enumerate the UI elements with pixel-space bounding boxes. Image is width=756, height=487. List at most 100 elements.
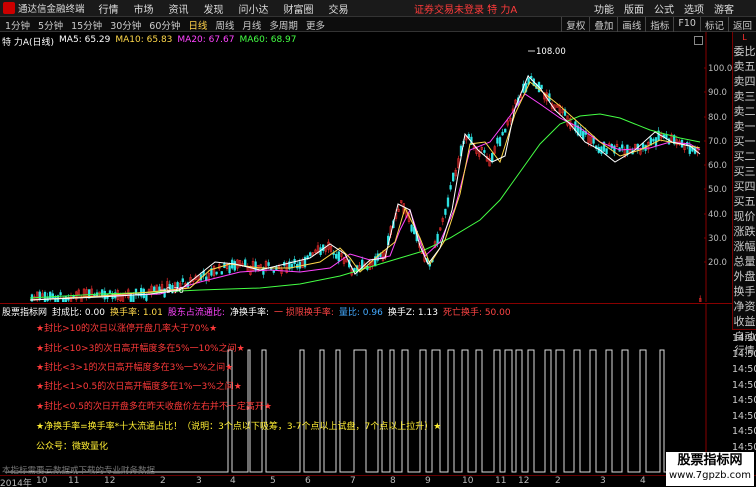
candle-body	[436, 233, 439, 244]
toolbar-draw-button[interactable]: 画线	[617, 17, 645, 32]
y-tick-40: 40.0	[708, 210, 727, 220]
tick-time: 14:50	[732, 410, 756, 422]
toolbar-indicator-button[interactable]: 指标	[645, 17, 673, 32]
toolbar-fuquan-button[interactable]: 复权	[561, 17, 589, 32]
candle-body	[51, 293, 54, 299]
indicator-panel[interactable]: 股票指标网 封成比: 0.00 换手率: 1.01 股东占流通比: 净换手率: …	[0, 303, 732, 476]
candle-body	[446, 197, 450, 207]
tick-time: 14:50	[732, 395, 756, 406]
watermark-url: www.7gpzb.com	[669, 470, 751, 481]
period-weekly[interactable]: 周线	[212, 18, 237, 32]
candle-body	[491, 152, 494, 162]
toolbar-back-button[interactable]: 返回	[727, 17, 756, 32]
menu-options[interactable]: 选项	[684, 1, 704, 16]
date-tick-label: 3	[196, 476, 202, 486]
candle-body	[132, 294, 135, 302]
candle-body	[621, 144, 624, 149]
date-tick-label: 2014年	[0, 479, 32, 487]
candle-body	[483, 150, 486, 153]
chart-menu-icon[interactable]	[694, 36, 703, 45]
annotation-line: ★封比>10的次日以涨停开盘几率大于70%★	[36, 324, 218, 334]
candle-body	[244, 259, 247, 266]
date-tick-label: 2	[160, 476, 166, 486]
quote-buy5: 买五	[733, 195, 756, 208]
menu-item-trade[interactable]: 交易	[329, 1, 349, 16]
menu-item-market[interactable]: 市场	[134, 1, 154, 16]
date-tick-label: 12	[518, 476, 530, 486]
watermark-title: 股票指标网	[677, 453, 743, 468]
menu-formula[interactable]: 公式	[654, 1, 674, 16]
quote-sell5: 卖五	[733, 60, 756, 73]
period-monthly[interactable]: 月线	[239, 18, 264, 32]
candle-body	[652, 138, 655, 142]
quote-outer: 外盘	[733, 270, 756, 283]
candle-body	[220, 271, 223, 275]
candle-body	[38, 291, 41, 300]
menu-item-discover[interactable]: 发现	[204, 1, 224, 16]
quote-change: 涨跌	[733, 225, 756, 238]
menu-item-wealth[interactable]: 财富圈	[284, 1, 314, 16]
annotation-line: ★净换手率=换手率*十大流通占比！（说明：3个点以下吸筹，3-7个点以上试盘，7…	[36, 422, 442, 432]
period-daily[interactable]: 日线	[185, 18, 210, 32]
menu-item-quotes[interactable]: 行情	[99, 1, 119, 16]
kline-chart[interactable]: 100.0 90.0 80.0 70.0 60.0 50.0 40.0 30.0…	[0, 32, 732, 302]
ma20-line	[29, 93, 701, 301]
high-price-label: 108.00	[536, 47, 566, 57]
kline-svg: 100.0 90.0 80.0 70.0 60.0 50.0 40.0 30.0…	[29, 32, 732, 302]
ma10-value: MA10: 65.83	[115, 35, 173, 45]
candle-body	[49, 291, 52, 299]
turnover-z: 换手Z: 1.13	[387, 308, 438, 318]
date-tick-label: 7	[350, 476, 356, 486]
quote-sell4: 卖四	[733, 75, 756, 88]
tick-times: 14:50 14:50 14:50 14:50 14:50 14:50 14:5…	[732, 331, 756, 455]
quote-price: 现价	[733, 210, 756, 223]
menu-item-ask[interactable]: 问小达	[239, 1, 269, 16]
period-1min[interactable]: 1分钟	[2, 18, 33, 32]
toolbar-f10-button[interactable]: F10	[673, 17, 700, 32]
menu-guest[interactable]: 游客	[714, 1, 734, 16]
menu-bar: 通达信金融终端 行情 市场 资讯 发现 问小达 财富圈 交易 证券交易未登录 特…	[0, 0, 756, 17]
menu-layout[interactable]: 版面	[624, 1, 644, 16]
period-30min[interactable]: 30分钟	[107, 18, 144, 32]
quote-buy2: 买二	[733, 150, 756, 163]
tick-time: 14:50	[732, 379, 756, 391]
y-tick-80: 80.0	[708, 113, 727, 123]
right-quote-panel: L 委比 卖五 卖四 卖三 卖二 卖一 买一 买二 买三 买四 买五 现价 涨跌…	[732, 32, 756, 357]
ma10-line	[29, 81, 701, 301]
period-60min[interactable]: 60分钟	[146, 18, 183, 32]
date-tick-label: 12	[104, 476, 116, 486]
period-more[interactable]: 更多	[303, 18, 328, 32]
net-turnover: 净换手率:	[229, 308, 269, 318]
trade-login-warning[interactable]: 证券交易未登录 特 力A	[414, 1, 517, 16]
candle-body	[444, 208, 447, 215]
quote-buy4: 买四	[733, 180, 756, 193]
annotation-line: 公众号：微致量化	[36, 442, 109, 452]
panel-collapse-label[interactable]: L	[733, 32, 756, 44]
period-15min[interactable]: 15分钟	[68, 18, 105, 32]
quote-pct: 涨幅	[733, 240, 756, 253]
date-tick-label: 2	[555, 476, 561, 486]
date-tick-label: 4	[230, 476, 236, 486]
candle-body	[108, 290, 112, 294]
annotation-line: ★封比<3>1的次日高开幅度多在3%一5%之间★	[36, 363, 234, 373]
toolbar-overlay-button[interactable]: 叠加	[589, 17, 617, 32]
candle-body	[101, 289, 104, 296]
candle-body	[452, 172, 455, 182]
candle-body	[501, 131, 504, 136]
menu-function[interactable]: 功能	[594, 1, 614, 16]
seal-ratio: 封成比: 0.00	[52, 308, 105, 318]
quote-volume: 总量	[733, 255, 756, 268]
period-5min[interactable]: 5分钟	[35, 18, 66, 32]
candlesticks	[30, 72, 702, 302]
indicator-header: 股票指标网 封成比: 0.00 换手率: 1.01 股东占流通比: 净换手率: …	[2, 305, 511, 318]
tick-time: 14:50	[732, 348, 756, 360]
menu-item-news[interactable]: 资讯	[169, 1, 189, 16]
indicator-source-label[interactable]: 股票指标网	[2, 305, 47, 318]
candle-body	[540, 84, 543, 89]
tick-time: 14:50	[732, 364, 756, 375]
y-tick-100: 100.0	[708, 64, 732, 74]
quote-eps: 收益	[733, 315, 756, 328]
date-tick-label: 10	[462, 476, 474, 486]
toolbar-mark-button[interactable]: 标记	[699, 17, 728, 32]
period-multi[interactable]: 多周期	[266, 18, 301, 32]
